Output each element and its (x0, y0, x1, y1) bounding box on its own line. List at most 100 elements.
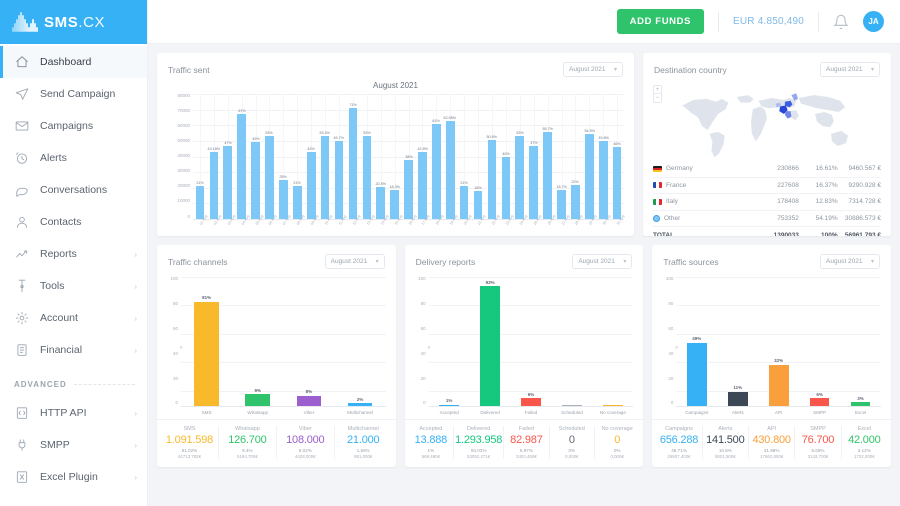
avatar[interactable]: JA (863, 11, 884, 32)
table-row[interactable]: Italy 178408 12.83% 7314.728 € (653, 193, 881, 211)
bar[interactable] (306, 151, 316, 219)
bar-slot[interactable]: 53% (513, 94, 527, 219)
bar[interactable] (557, 189, 566, 219)
bar[interactable] (768, 364, 789, 406)
bar-slot[interactable]: 46% (610, 94, 624, 219)
bar-slot[interactable]: 9% (232, 277, 283, 406)
bar-slot[interactable]: 49% (249, 94, 263, 219)
sidebar-item-alerts[interactable]: Alerts (0, 142, 147, 174)
bar[interactable] (515, 136, 525, 219)
bar-slot[interactable]: 22% (568, 94, 582, 219)
bar-slot[interactable]: 8% (283, 277, 334, 406)
bar[interactable] (598, 141, 608, 219)
bar-slot[interactable]: 20.5% (374, 94, 388, 219)
bar-slot[interactable]: 53% (360, 94, 374, 219)
period-dropdown-delivery-reports[interactable]: August 2021 ▾ (572, 254, 633, 269)
bar[interactable] (237, 114, 246, 219)
bar-slot[interactable]: 50.6% (485, 94, 499, 219)
bar-slot[interactable]: 2% (335, 277, 386, 406)
bar-slot[interactable]: 32% (758, 277, 799, 406)
sidebar-item-tools[interactable]: Tools › (0, 270, 147, 302)
bar-slot[interactable]: 71% (346, 94, 360, 219)
bar[interactable] (320, 135, 330, 219)
bar[interactable] (279, 179, 288, 219)
bar[interactable] (195, 186, 205, 219)
bar-slot[interactable]: 18.3% (388, 94, 402, 219)
bar-slot[interactable]: 62.55% (443, 94, 457, 219)
bar-slot[interactable]: 93% (470, 277, 511, 406)
brand-logo-area[interactable]: SMS.CX (0, 0, 147, 44)
bar[interactable] (480, 286, 500, 406)
sidebar-item-smpp[interactable]: SMPP › (0, 429, 147, 461)
bar-slot[interactable] (592, 277, 633, 406)
bar[interactable] (376, 186, 386, 219)
sidebar-item-send-campaign[interactable]: Send Campaign (0, 78, 147, 110)
period-dropdown-traffic-sent[interactable]: August 2021 ▾ (563, 62, 623, 77)
bar[interactable] (571, 184, 580, 219)
bar-slot[interactable]: 49.8% (596, 94, 610, 219)
bar[interactable] (529, 145, 538, 219)
bar[interactable] (543, 131, 552, 219)
bar[interactable] (418, 152, 427, 219)
bar-slot[interactable]: 61% (429, 94, 443, 219)
bar[interactable] (194, 301, 219, 406)
map-zoom-in-button[interactable]: + (654, 86, 661, 94)
sidebar-item-campaigns[interactable]: Campaigns (0, 110, 147, 142)
period-dropdown-traffic-channels[interactable]: August 2021 ▾ (324, 254, 385, 269)
bar-slot[interactable]: 47% (527, 94, 541, 219)
bar-slot[interactable]: 21% (457, 94, 471, 219)
sidebar-item-excel-plugin[interactable]: Excel Plugin › (0, 461, 147, 493)
bar[interactable] (612, 147, 622, 219)
bar[interactable] (432, 123, 441, 219)
bar-slot[interactable]: 49% (676, 277, 717, 406)
bar-slot[interactable]: 18% (471, 94, 485, 219)
bar[interactable] (223, 145, 233, 219)
table-row[interactable]: France 227608 16.37% 9290.928 € (653, 177, 881, 195)
bell-icon[interactable] (833, 14, 849, 30)
bar[interactable] (501, 156, 511, 219)
bar-slot[interactable]: 11% (717, 277, 758, 406)
bar-slot[interactable]: 54.5% (582, 94, 596, 219)
bar-slot[interactable]: 40% (499, 94, 513, 219)
bar[interactable] (209, 151, 219, 219)
bar[interactable] (265, 136, 274, 219)
add-funds-button[interactable]: ADD FUNDS (616, 9, 705, 34)
bar[interactable] (809, 398, 830, 406)
bar[interactable] (487, 139, 497, 219)
bar-slot[interactable]: 67% (235, 94, 249, 219)
bar[interactable] (445, 121, 455, 219)
map-zoom-controls[interactable]: + − (653, 85, 662, 103)
bar-slot[interactable]: 6% (511, 277, 552, 406)
bar-slot[interactable]: 25% (276, 94, 290, 219)
sidebar-item-dashboard[interactable]: Dashboard (0, 46, 147, 78)
bar[interactable] (296, 395, 322, 406)
map-zoom-out-button[interactable]: − (654, 94, 661, 102)
bar[interactable] (585, 133, 594, 219)
bar[interactable] (521, 398, 541, 406)
bar-slot[interactable]: 38% (402, 94, 416, 219)
bar[interactable] (334, 141, 344, 219)
bar[interactable] (245, 394, 271, 406)
sidebar-item-financial[interactable]: Financial › (0, 334, 147, 366)
sidebar-item-http-api[interactable]: HTTP API › (0, 397, 147, 429)
sidebar-item-conversations[interactable]: Conversations (0, 174, 147, 206)
bar-slot[interactable]: 81% (181, 277, 232, 406)
bar[interactable] (390, 190, 399, 219)
bar-slot[interactable]: 55.7% (541, 94, 555, 219)
bar-slot[interactable]: 21% (290, 94, 304, 219)
period-dropdown-traffic-sources[interactable]: August 2021 ▾ (820, 254, 881, 269)
bar-slot[interactable]: 49.7% (332, 94, 346, 219)
bar[interactable] (348, 108, 358, 219)
sidebar-item-account[interactable]: Account › (0, 302, 147, 334)
sidebar-item-reports[interactable]: Reports › (0, 238, 147, 270)
world-map[interactable]: + − (643, 79, 891, 161)
bar[interactable] (727, 391, 748, 406)
table-row[interactable]: Other 753352 54.19% 30886.573 € (653, 210, 881, 228)
bar-slot[interactable]: 53% (263, 94, 277, 219)
bar[interactable] (473, 190, 483, 219)
table-row[interactable]: Germany 230866 16.61% 9460.567 € (653, 161, 881, 178)
bar-slot[interactable] (551, 277, 592, 406)
bar-slot[interactable]: 6% (799, 277, 840, 406)
bar-slot[interactable]: 42.8% (416, 94, 430, 219)
bar-slot[interactable]: 43% (304, 94, 318, 219)
